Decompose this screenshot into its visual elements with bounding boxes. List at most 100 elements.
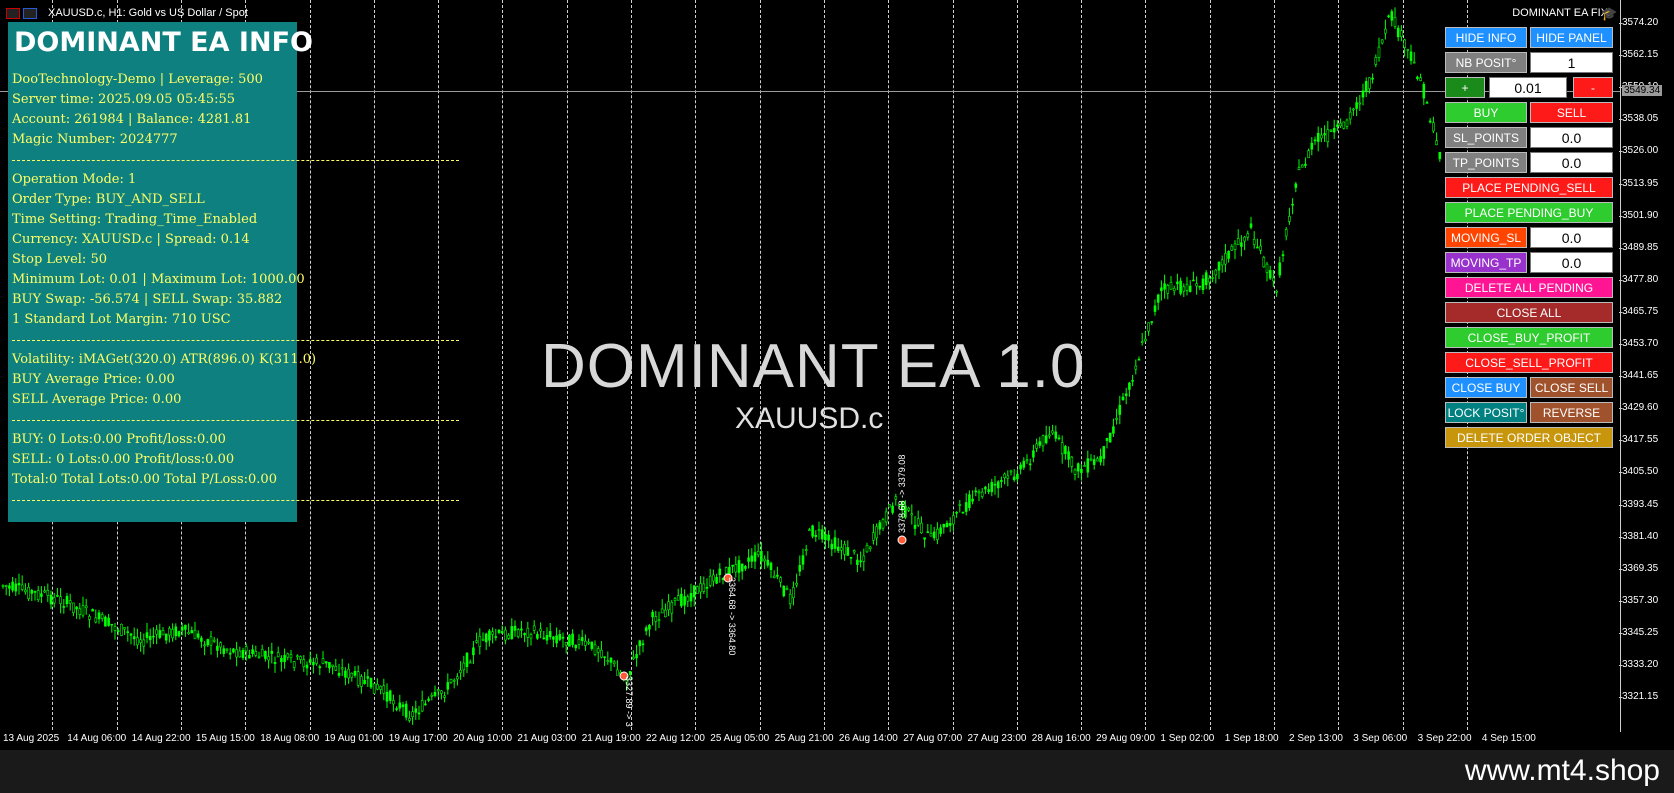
candle-body bbox=[1300, 164, 1304, 168]
chart-window-icons[interactable] bbox=[6, 8, 37, 19]
candle-body bbox=[1172, 288, 1176, 292]
candle-body bbox=[1124, 393, 1128, 396]
candle-body bbox=[564, 642, 568, 646]
close-sell-profit-button[interactable]: CLOSE_SELL_PROFIT bbox=[1445, 352, 1613, 373]
place-pending-buy-button[interactable]: PLACE PENDING_BUY bbox=[1445, 202, 1613, 223]
lot-size-field[interactable]: 0.01 bbox=[1489, 77, 1567, 98]
candle-body bbox=[187, 632, 190, 635]
nb-posit-field[interactable]: 1 bbox=[1530, 52, 1613, 73]
chart-window-icon[interactable] bbox=[23, 8, 37, 19]
candle-body bbox=[174, 626, 178, 637]
candle-body bbox=[257, 656, 261, 659]
candle-body bbox=[1390, 11, 1394, 21]
candle-body bbox=[580, 637, 584, 641]
delete-order-object-button[interactable]: DELETE ORDER OBJECT bbox=[1445, 427, 1613, 448]
hide-panel-button[interactable]: HIDE PANEL bbox=[1530, 27, 1613, 48]
candle-body bbox=[1144, 338, 1147, 342]
delete-all-pending-button[interactable]: DELETE ALL PENDING bbox=[1445, 277, 1613, 298]
candle-body bbox=[337, 672, 341, 676]
close-sell-button[interactable]: CLOSE SELL bbox=[1530, 377, 1613, 398]
candle-body bbox=[705, 587, 709, 589]
candle-body bbox=[104, 616, 107, 627]
lock-posit-button[interactable]: LOCK POSIT° bbox=[1445, 402, 1527, 423]
sl-points-field[interactable]: 0.0 bbox=[1530, 127, 1613, 148]
candle-body bbox=[1028, 463, 1032, 466]
candle-body bbox=[1262, 257, 1266, 268]
candle-body bbox=[334, 666, 338, 671]
candle-body bbox=[689, 592, 693, 602]
candle-body bbox=[81, 605, 85, 616]
moving-tp-field[interactable]: 0.0 bbox=[1530, 252, 1613, 273]
candle-body bbox=[1150, 321, 1154, 323]
moving-sl-field[interactable]: 0.0 bbox=[1530, 227, 1613, 248]
candle-body bbox=[667, 601, 670, 611]
candle-body bbox=[891, 505, 894, 513]
candle-body bbox=[209, 636, 213, 646]
candle-body bbox=[942, 524, 946, 528]
candle-body bbox=[468, 661, 472, 664]
candle-body bbox=[542, 637, 546, 640]
candle-body bbox=[1377, 46, 1381, 58]
candle-body bbox=[843, 544, 846, 555]
close-buy-button[interactable]: CLOSE BUY bbox=[1445, 377, 1527, 398]
candle-body bbox=[593, 644, 597, 655]
candle-body bbox=[254, 651, 258, 656]
candle-body bbox=[113, 626, 117, 631]
candle-body bbox=[324, 661, 328, 664]
time-tick-label: 18 Aug 08:00 bbox=[260, 733, 320, 744]
candle-body bbox=[731, 564, 734, 567]
sell-button[interactable]: SELL bbox=[1530, 102, 1613, 123]
candle-body bbox=[344, 670, 347, 678]
chart-window-icon[interactable] bbox=[6, 8, 20, 19]
time-tick-label: 27 Aug 23:00 bbox=[967, 733, 1027, 744]
candle-body bbox=[1268, 270, 1272, 279]
reverse-button[interactable]: REVERSE bbox=[1530, 402, 1613, 423]
candle-body bbox=[683, 596, 686, 606]
tp-points-field[interactable]: 0.0 bbox=[1530, 152, 1613, 173]
buy-button[interactable]: BUY bbox=[1445, 102, 1527, 123]
close-buy-profit-button[interactable]: CLOSE_BUY_PROFIT bbox=[1445, 327, 1613, 348]
candle-body bbox=[1313, 139, 1317, 142]
candle-body bbox=[1073, 469, 1077, 475]
candle-body bbox=[193, 630, 197, 640]
candle-body bbox=[1243, 236, 1246, 242]
candle-body bbox=[1428, 120, 1432, 123]
candle-body bbox=[1006, 475, 1010, 479]
candle-body bbox=[1294, 183, 1298, 188]
hide-info-button[interactable]: HIDE INFO bbox=[1445, 27, 1527, 48]
candle-body bbox=[1249, 223, 1253, 228]
candle-body bbox=[379, 686, 382, 690]
info-separator bbox=[12, 340, 459, 341]
candle-body bbox=[88, 616, 91, 620]
close-all-button[interactable]: CLOSE ALL bbox=[1445, 302, 1613, 323]
candle-body bbox=[523, 633, 526, 636]
candle-body bbox=[94, 617, 98, 623]
candle-body bbox=[14, 583, 18, 592]
time-tick-label: 19 Aug 17:00 bbox=[388, 733, 448, 744]
info-line: DooTechnology-Demo | Leverage: 500 bbox=[12, 72, 263, 87]
place-pending-sell-button[interactable]: PLACE PENDING_SELL bbox=[1445, 177, 1613, 198]
candle-body bbox=[1000, 479, 1003, 482]
candle-body bbox=[155, 629, 158, 635]
lot-plus-button[interactable]: + bbox=[1445, 77, 1485, 98]
candle-body bbox=[401, 704, 405, 708]
info-line: Volatility: iMAGet(320.0) ATR(896.0) K(3… bbox=[12, 352, 317, 367]
lot-minus-button[interactable]: - bbox=[1573, 77, 1613, 98]
candle-body bbox=[1355, 102, 1358, 109]
candle-body bbox=[1064, 446, 1067, 454]
candle-body bbox=[132, 636, 136, 640]
time-tick-label: 1 Sep 18:00 bbox=[1224, 733, 1279, 744]
candle-body bbox=[600, 649, 603, 658]
chart-border bbox=[1620, 0, 1621, 732]
candle-body bbox=[395, 708, 398, 710]
candle-body bbox=[1419, 77, 1422, 81]
candle-body bbox=[1435, 140, 1438, 146]
expert-cap-icon[interactable]: 🎓 bbox=[1601, 6, 1617, 22]
candle-body bbox=[1387, 15, 1390, 18]
candle-body bbox=[1166, 285, 1170, 294]
candle-body bbox=[238, 650, 242, 658]
candle-body bbox=[244, 646, 248, 652]
candle-body bbox=[1147, 322, 1150, 332]
candle-body bbox=[1220, 259, 1224, 266]
candle-body bbox=[817, 529, 821, 531]
